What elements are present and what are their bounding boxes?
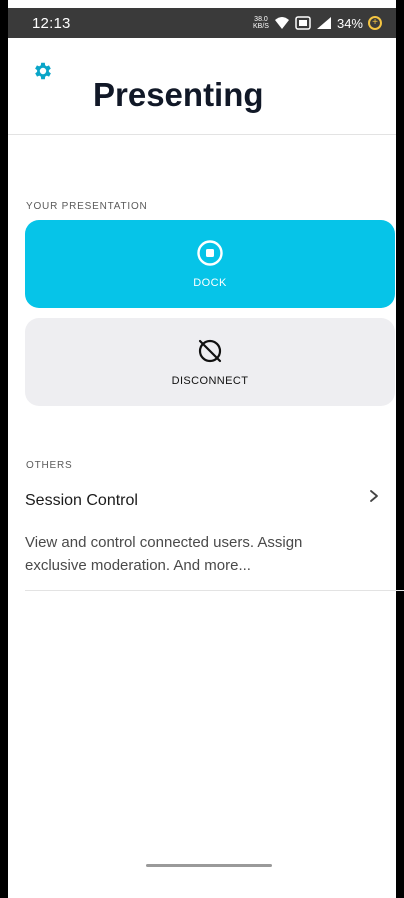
net-speed: 38.0 KB/S: [253, 16, 269, 30]
session-control-description: View and control connected users. Assign…: [25, 534, 303, 574]
gear-icon[interactable]: [32, 60, 54, 82]
volte-icon: [295, 16, 311, 30]
home-indicator[interactable]: [146, 864, 272, 867]
dock-button[interactable]: DOCK: [25, 220, 395, 308]
status-time: 12:13: [32, 14, 71, 32]
section-label-others: OTHERS: [26, 460, 73, 471]
session-control-title: Session Control: [25, 492, 138, 509]
header-divider: [8, 134, 396, 135]
stop-circle-icon: [197, 240, 223, 266]
chevron-right-icon: [370, 490, 378, 502]
net-speed-unit: KB/S: [253, 23, 269, 30]
battery-percent: 34%: [336, 15, 363, 31]
section-label-your-presentation: YOUR PRESENTATION: [26, 201, 148, 212]
disconnect-button[interactable]: DISCONNECT: [25, 318, 395, 406]
session-control-item[interactable]: Session Control View and control connect…: [8, 478, 396, 590]
disconnect-label: DISCONNECT: [171, 375, 249, 387]
status-bar: 12:13 38.0 KB/S 34% +: [8, 8, 396, 38]
app-header: Presenting: [8, 38, 396, 134]
signal-icon: [316, 17, 331, 29]
battery-saver-icon: +: [368, 16, 382, 30]
status-icons: 38.0 KB/S 34% +: [253, 16, 382, 31]
page-title: Presenting: [93, 76, 264, 113]
dock-label: DOCK: [193, 277, 227, 289]
net-speed-value: 38.0: [254, 16, 268, 23]
others-divider: [25, 590, 404, 591]
wifi-icon: [274, 17, 289, 29]
link-off-icon: [198, 339, 222, 363]
